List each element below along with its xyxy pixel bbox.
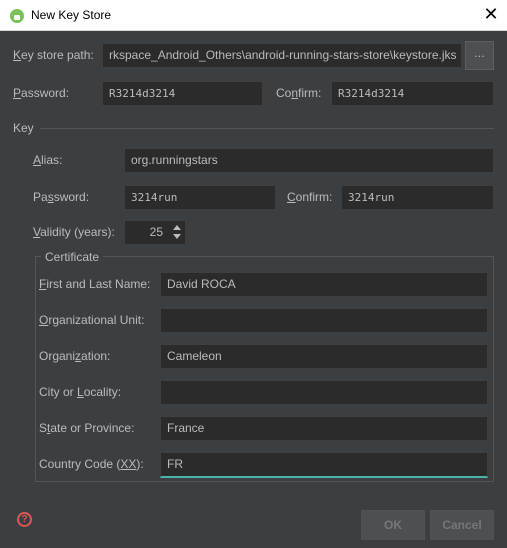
certificate-group-label: Certificate bbox=[41, 250, 104, 264]
keystore-confirm-label: Confirm: bbox=[276, 86, 322, 100]
key-confirm-field[interactable]: 3214run bbox=[341, 185, 494, 210]
city-locality-field[interactable] bbox=[160, 380, 488, 405]
keystore-confirm-field[interactable]: R3214d3214 bbox=[331, 81, 494, 106]
alias-label: Alias: bbox=[33, 153, 63, 167]
keystore-password-label: Password: bbox=[13, 86, 70, 100]
key-confirm-label: Confirm: bbox=[287, 190, 333, 204]
alias-field[interactable]: org.runningstars bbox=[124, 148, 494, 173]
country-code-field[interactable]: FR bbox=[160, 452, 488, 478]
key-section-divider bbox=[40, 128, 494, 129]
country-code-label: Country Code (XX): bbox=[39, 457, 144, 471]
state-province-label: State or Province: bbox=[39, 421, 135, 435]
key-section-label: Key bbox=[13, 121, 34, 135]
key-password-field[interactable]: 3214run bbox=[124, 185, 276, 210]
close-icon[interactable]: ✕ bbox=[482, 6, 500, 24]
ok-button[interactable]: OK bbox=[361, 510, 425, 540]
android-studio-icon bbox=[10, 9, 24, 23]
org-unit-field[interactable] bbox=[160, 308, 488, 333]
spinner-arrows-icon[interactable] bbox=[172, 222, 182, 242]
key-password-label: Password: bbox=[33, 190, 90, 204]
city-locality-label: City or Locality: bbox=[39, 385, 122, 399]
keystore-password-field[interactable]: R3214d3214 bbox=[102, 81, 263, 106]
validity-label: Validity (years): bbox=[33, 225, 115, 239]
first-last-name-label: First and Last Name: bbox=[39, 277, 151, 291]
organization-field[interactable]: Cameleon bbox=[160, 344, 488, 369]
window-title: New Key Store bbox=[31, 8, 112, 22]
keystore-path-field[interactable]: rkspace_Android_Others\android-running-s… bbox=[102, 43, 462, 68]
state-province-field[interactable]: France bbox=[160, 416, 488, 441]
organization-label: Organization: bbox=[39, 349, 111, 363]
cancel-button[interactable]: Cancel bbox=[430, 510, 494, 540]
org-unit-label: Organizational Unit: bbox=[39, 313, 145, 327]
browse-button[interactable]: ... bbox=[465, 41, 494, 70]
first-last-name-field[interactable]: David ROCA bbox=[160, 272, 488, 297]
help-icon[interactable]: ? bbox=[17, 512, 32, 527]
keystore-path-label: Key store path: bbox=[13, 48, 94, 62]
